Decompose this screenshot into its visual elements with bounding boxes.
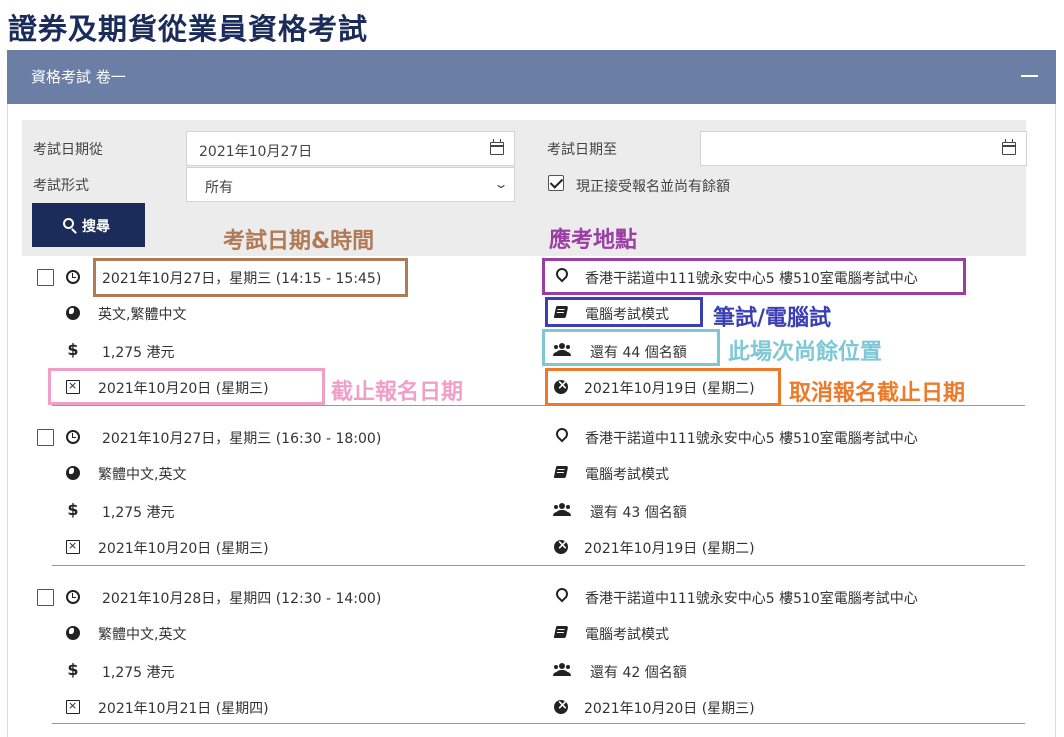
dollar-icon: $ [67,660,79,679]
annotation-label-mode: 筆試/電腦試 [713,306,832,331]
clock-icon [66,590,80,604]
annotation-box-datetime [93,258,408,297]
calendar-icon[interactable] [1002,139,1016,155]
session-reg-deadline: 2021年10月20日 (星期三) [98,541,269,557]
session-checkbox[interactable] [37,269,54,286]
session-checkbox[interactable] [37,589,54,606]
clock-icon [66,270,80,284]
session-mode: 電腦考試模式 [585,467,669,483]
session-seats: 還有 42 個名額 [590,665,687,681]
date-to-label: 考試日期至 [547,142,617,158]
date-from-value: 2021年10月27日 [199,144,313,160]
chevron-down-icon: ⌄ [493,177,509,191]
available-only-checkbox[interactable] [548,175,564,191]
date-from-input[interactable]: 2021年10月27日 [186,131,515,166]
format-value: 所有 [205,180,233,196]
search-button[interactable]: 搜尋 [32,203,145,247]
annotation-box-venue [542,258,966,295]
globe-icon [66,626,80,640]
dollar-icon: $ [67,340,79,359]
panel-header: 資格考試 卷一 [7,50,1056,104]
session-fee: 1,275 港元 [102,665,175,681]
users-icon [552,663,572,676]
collapse-icon[interactable] [1021,75,1038,77]
book-icon [553,626,569,638]
search-icon [63,218,74,229]
divider [52,565,1025,566]
session-venue: 香港干諾道中111號永安中心5 樓510室電腦考試中心 [585,591,918,607]
session-checkbox[interactable] [37,429,54,446]
session-datetime: 2021年10月27日，星期三 (16:30 - 18:00) [102,431,382,447]
globe-icon [66,306,80,320]
session-datetime: 2021年10月28日，星期四 (12:30 - 14:00) [102,591,382,607]
annotation-label-reg-deadline: 截止報名日期 [331,380,464,405]
dollar-icon: $ [67,500,79,519]
annotation-label-seats: 此場次尚餘位置 [728,340,883,365]
format-select[interactable]: 所有 ⌄ [186,167,515,202]
clock-icon [66,430,80,444]
globe-icon [66,466,80,480]
annotation-label-venue: 應考地點 [549,228,638,253]
annotation-box-cancel-deadline [545,368,781,406]
users-icon [552,503,572,516]
annotation-label-datetime: 考試日期&時間 [223,229,375,254]
session-languages: 繁體中文,英文 [98,467,187,483]
session-mode: 電腦考試模式 [585,627,669,643]
search-button-label: 搜尋 [82,218,110,234]
map-marker-icon [555,428,565,442]
calendar-deadline-icon [66,540,80,554]
session-venue: 香港干諾道中111號永安中心5 樓510室電腦考試中心 [585,431,918,447]
date-from-label: 考試日期從 [33,142,103,158]
times-circle-icon [554,539,568,554]
annotation-box-seats [542,329,720,366]
annotation-box-reg-deadline [48,368,325,405]
calendar-icon[interactable] [490,139,504,155]
session-languages: 英文,繁體中文 [98,307,187,323]
map-marker-icon [555,588,565,602]
session-seats: 還有 43 個名額 [590,505,687,521]
panel-title: 資格考試 卷一 [31,68,126,86]
page-title: 證券及期貨從業員資格考試 [8,12,369,46]
annotation-label-cancel-deadline: 取消報名截止日期 [789,381,966,406]
session-cancel-deadline: 2021年10月19日 (星期二) [584,541,755,557]
session-languages: 繁體中文,英文 [98,627,187,643]
calendar-deadline-icon [66,700,80,714]
divider [52,723,1025,724]
session-reg-deadline: 2021年10月21日 (星期四) [98,701,269,717]
session-cancel-deadline: 2021年10月20日 (星期三) [584,701,755,717]
date-to-input[interactable] [700,131,1027,166]
session-fee: 1,275 港元 [102,505,175,521]
available-only-label: 現正接受報名並尚有餘額 [576,179,730,195]
annotation-box-mode [545,297,703,327]
book-icon [553,466,569,478]
format-label: 考試形式 [33,178,89,194]
times-circle-icon [554,699,568,714]
session-fee: 1,275 港元 [102,345,175,361]
